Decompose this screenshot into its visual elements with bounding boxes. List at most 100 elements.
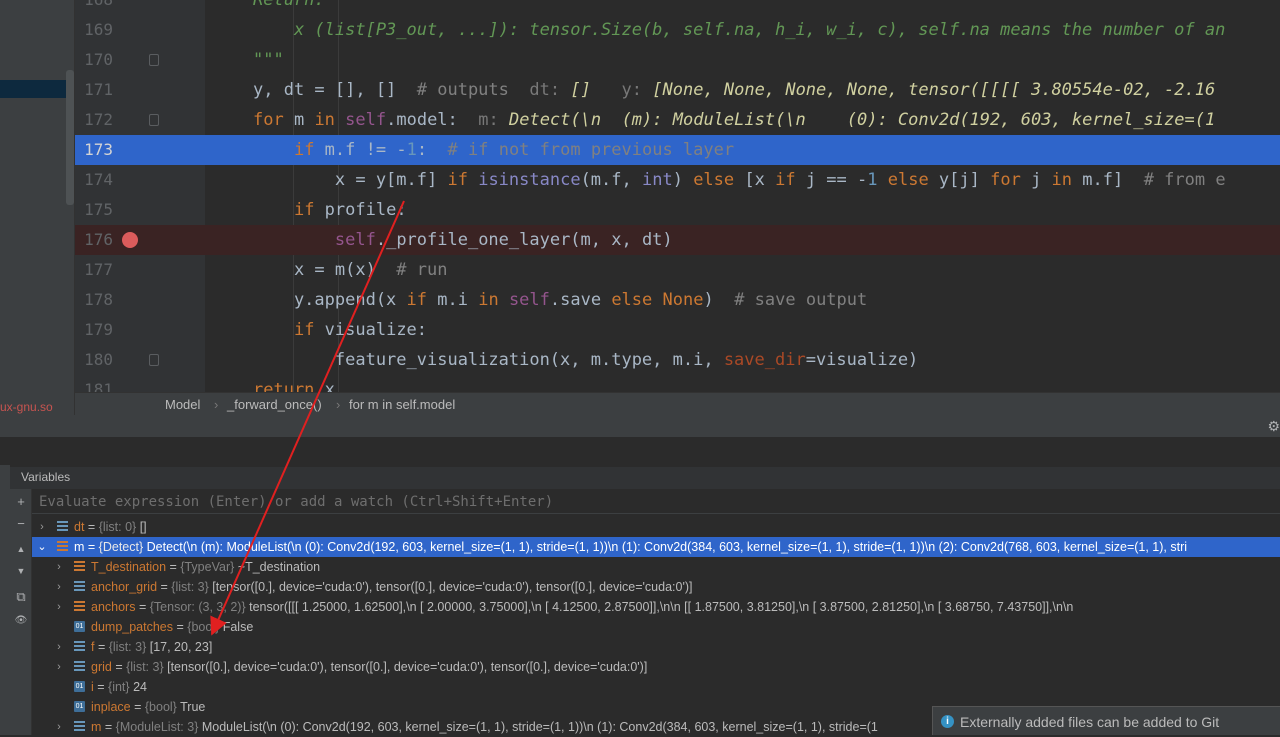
code-text: x = m(x) # run xyxy=(253,260,448,280)
code-text: return x xyxy=(253,380,335,392)
variable-text: anchor_grid = {list: 3} [tensor([0.], de… xyxy=(91,580,693,594)
variable-row[interactable]: › anchor_grid = {list: 3} [tensor([0.], d… xyxy=(32,577,1280,597)
fold-icon[interactable] xyxy=(149,354,159,366)
code-text: Return: xyxy=(253,0,325,10)
code-line[interactable]: 177 x = m(x) # run xyxy=(75,255,1280,285)
code-text: for m in self.model: m: Detect(\n (m): M… xyxy=(253,110,1216,130)
variable-row[interactable]: 01 i = {int} 24 xyxy=(32,677,1280,697)
expand-icon[interactable]: › xyxy=(53,657,65,677)
expand-icon[interactable]: › xyxy=(36,517,48,537)
breadcrumb-item-forward-once[interactable]: _forward_once() xyxy=(227,397,322,412)
line-number: 175 xyxy=(84,200,113,219)
code-line[interactable]: 169 x (list[P3_out, ...]): tensor.Size(b… xyxy=(75,15,1280,45)
primitive-type-icon: 01 xyxy=(74,681,85,692)
variable-text: anchors = {Tensor: (3, 3, 2)} tensor([[[… xyxy=(91,600,1074,614)
line-number: 172 xyxy=(84,110,113,129)
variable-text: m = {Detect} Detect(\n (m): ModuleList(\… xyxy=(74,540,1188,554)
move-down-icon[interactable]: ▼ xyxy=(13,563,29,579)
primitive-type-icon: 01 xyxy=(74,621,85,632)
line-number: 170 xyxy=(84,50,113,69)
variable-row[interactable]: › anchors = {Tensor: (3, 3, 2)} tensor([[… xyxy=(32,597,1280,617)
list-type-icon xyxy=(57,521,68,532)
variable-text: m = {ModuleList: 3} ModuleList(\n (0): C… xyxy=(91,720,878,734)
variable-text: inplace = {bool} True xyxy=(91,700,206,714)
code-line[interactable]: 175 if profile: xyxy=(75,195,1280,225)
variables-panel: Variables + − ▲ ▼ ⧉ 👁 › dt = {list: 0} []… xyxy=(0,437,1280,735)
variable-row[interactable]: › grid = {list: 3} [tensor([0.], device='… xyxy=(32,657,1280,677)
code-text: feature_visualization(x, m.type, m.i, sa… xyxy=(253,350,919,370)
copy-icon[interactable]: ⧉ xyxy=(13,589,29,605)
code-text: y, dt = [], [] # outputs dt: [] y: [None… xyxy=(253,80,1216,100)
code-editor[interactable]: 168 Return: 169 x (list[P3_out, ...]): ten… xyxy=(75,0,1280,392)
add-watch-icon[interactable]: + xyxy=(13,494,29,510)
code-line[interactable]: 170 """ xyxy=(75,45,1280,75)
code-line[interactable]: 179 if visualize: xyxy=(75,315,1280,345)
breadcrumb-separator: › xyxy=(214,397,219,412)
evaluate-expression-input[interactable] xyxy=(32,490,1280,514)
variable-text: grid = {list: 3} [tensor([0.], device='c… xyxy=(91,660,648,674)
expand-icon[interactable]: › xyxy=(53,577,65,597)
code-line[interactable]: 168 Return: xyxy=(75,0,1280,15)
breadcrumb-separator: › xyxy=(336,397,341,412)
variable-row[interactable]: › f = {list: 3} [17, 20, 23] xyxy=(32,637,1280,657)
fold-icon[interactable] xyxy=(149,54,159,66)
code-text: self._profile_one_layer(m, x, dt) xyxy=(334,230,673,250)
line-number: 174 xyxy=(84,170,113,189)
project-selected-item[interactable] xyxy=(0,80,66,98)
list-type-icon xyxy=(74,661,85,672)
code-line[interactable]: 173 if m.f != -1: # if not from previous… xyxy=(75,135,1280,165)
collapse-icon[interactable]: ⌄ xyxy=(36,537,48,557)
object-type-icon xyxy=(57,541,68,552)
project-file-label[interactable]: ux-gnu.so xyxy=(0,400,53,414)
variable-text: i = {int} 24 xyxy=(91,680,147,694)
git-notification[interactable]: i Externally added files can be added to… xyxy=(932,706,1280,735)
line-number: 168 xyxy=(75,0,113,15)
expand-icon[interactable]: › xyxy=(53,637,65,657)
line-number: 171 xyxy=(84,80,113,99)
primitive-type-icon: 01 xyxy=(74,701,85,712)
list-type-icon xyxy=(74,581,85,592)
code-text: if profile: xyxy=(293,200,407,220)
line-number: 178 xyxy=(84,290,113,309)
variables-title-bar xyxy=(10,467,1280,489)
expand-icon[interactable]: › xyxy=(53,597,65,617)
variable-row[interactable]: ⌄ m = {Detect} Detect(\n (m): ModuleList(… xyxy=(32,537,1280,557)
line-number: 169 xyxy=(84,20,113,39)
fold-icon[interactable] xyxy=(149,114,159,126)
variables-toolbar: + − ▲ ▼ ⧉ 👁 xyxy=(10,489,32,735)
code-text: y.append(x if m.i in self.save else None… xyxy=(253,290,868,310)
variable-text: f = {list: 3} [17, 20, 23] xyxy=(91,640,213,654)
list-type-icon xyxy=(74,641,85,652)
variable-row[interactable]: 01 dump_patches = {bool} False xyxy=(32,617,1280,637)
debug-side-bar xyxy=(0,465,10,735)
object-type-icon xyxy=(74,561,85,572)
expand-icon[interactable]: › xyxy=(53,557,65,577)
move-up-icon[interactable]: ▲ xyxy=(13,541,29,557)
variable-row[interactable]: › dt = {list: 0} [] xyxy=(32,517,1280,537)
code-line[interactable]: 174 x = y[m.f] if isinstance(m.f, int) e… xyxy=(75,165,1280,195)
code-text: x (list[P3_out, ...]): tensor.Size(b, se… xyxy=(253,20,1226,40)
code-line[interactable]: 180 feature_visualization(x, m.type, m.i… xyxy=(75,345,1280,375)
code-text: x = y[m.f] if isinstance(m.f, int) else … xyxy=(253,170,1226,190)
line-number: 176 xyxy=(84,230,113,249)
code-line[interactable]: 172 for m in self.model: m: Detect(\n (m)… xyxy=(75,105,1280,135)
project-scrollbar[interactable] xyxy=(66,70,74,205)
code-text: if m.f != -1: # if not from previous lay… xyxy=(293,140,735,160)
expand-icon[interactable]: › xyxy=(53,717,65,737)
code-line[interactable]: 176 self._profile_one_layer(m, x, dt) xyxy=(75,225,1280,255)
remove-watch-icon[interactable]: − xyxy=(13,516,29,532)
line-number: 181 xyxy=(84,380,113,392)
variable-text: dt = {list: 0} [] xyxy=(74,520,147,534)
line-number: 179 xyxy=(84,320,113,339)
code-line[interactable]: 181 return x xyxy=(75,375,1280,392)
watch-eye-icon[interactable]: 👁 xyxy=(13,613,29,629)
variable-row[interactable]: › T_destination = {TypeVar} ~T_destinatio… xyxy=(32,557,1280,577)
info-icon: i xyxy=(941,715,954,728)
variables-title: Variables xyxy=(21,470,71,484)
code-line[interactable]: 171 y, dt = [], [] # outputs dt: [] y: [N… xyxy=(75,75,1280,105)
breakpoint-icon[interactable] xyxy=(122,232,138,248)
code-line[interactable]: 178 y.append(x if m.i in self.save else … xyxy=(75,285,1280,315)
breadcrumb-item-for-loop[interactable]: for m in self.model xyxy=(349,397,455,412)
breadcrumb-item-model[interactable]: Model xyxy=(165,397,200,412)
gear-icon[interactable]: ⚙ xyxy=(1267,418,1280,435)
